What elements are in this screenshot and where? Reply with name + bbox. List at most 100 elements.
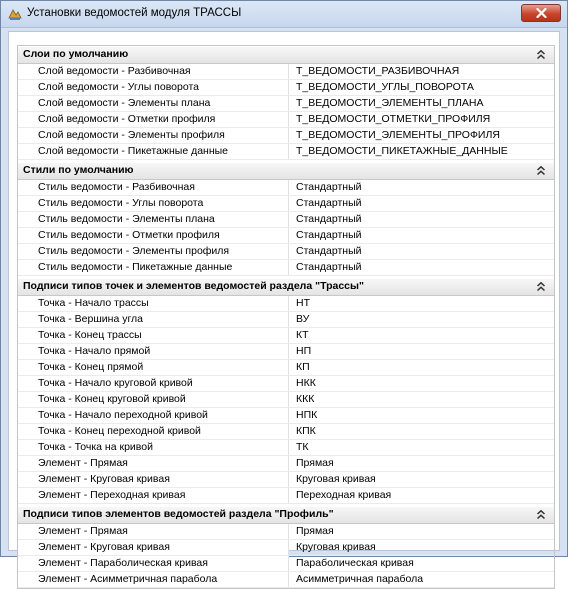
property-grid: Слои по умолчанию Слой ведомости - Разбив… — [17, 45, 555, 589]
property-value[interactable]: Переходная кривая — [289, 488, 554, 503]
property-row[interactable]: Стиль ведомости - Пикетажные данные Станд… — [18, 260, 554, 276]
app-icon — [8, 9, 22, 20]
property-name: Слой ведомости - Элементы плана — [18, 96, 289, 111]
property-value[interactable]: ВУ — [289, 312, 554, 327]
property-row[interactable]: Элемент - Параболическая кривая Параболич… — [18, 556, 554, 572]
property-value[interactable]: Т_ВЕДОМОСТИ_РАЗБИВОЧНАЯ — [289, 64, 554, 79]
property-name: Точка - Начало трассы — [18, 296, 289, 311]
window-title: Установки ведомостей модуля ТРАССЫ — [27, 7, 242, 19]
property-value[interactable]: Стандартный — [289, 260, 554, 275]
property-name: Элемент - Круговая кривая — [18, 472, 289, 487]
double-chevron-up-icon[interactable] — [536, 165, 546, 176]
property-row[interactable]: Точка - Конец круговой кривой ККК — [18, 392, 554, 408]
property-value[interactable]: КП — [289, 360, 554, 375]
property-row[interactable]: Элемент - Прямая Прямая — [18, 524, 554, 540]
property-name: Точка - Начало круговой кривой — [18, 376, 289, 391]
property-row[interactable]: Элемент - Круговая кривая Круговая кривая — [18, 472, 554, 488]
property-row[interactable]: Стиль ведомости - Элементы профиля Станда… — [18, 244, 554, 260]
property-row[interactable]: Элемент - Круговая кривая Круговая кривая — [18, 540, 554, 556]
section-header[interactable]: Стили по умолчанию — [18, 162, 554, 180]
property-row[interactable]: Точка - Конец переходной кривой КПК — [18, 424, 554, 440]
property-row[interactable]: Элемент - Прямая Прямая — [18, 456, 554, 472]
property-row[interactable]: Точка - Конец прямой КП — [18, 360, 554, 376]
property-name: Стиль ведомости - Разбивочная — [18, 180, 289, 195]
property-name: Стиль ведомости - Элементы профиля — [18, 244, 289, 259]
property-name: Стиль ведомости - Пикетажные данные — [18, 260, 289, 275]
property-value[interactable]: Стандартный — [289, 228, 554, 243]
property-row[interactable]: Слой ведомости - Отметки профиля Т_ВЕДОМО… — [18, 112, 554, 128]
property-value[interactable]: Т_ВЕДОМОСТИ_ЭЛЕМЕНТЫ_ПРОФИЛЯ — [289, 128, 554, 143]
property-row[interactable]: Точка - Начало трассы НТ — [18, 296, 554, 312]
property-row[interactable]: Слой ведомости - Элементы профиля Т_ВЕДОМ… — [18, 128, 554, 144]
property-name: Точка - Начало прямой — [18, 344, 289, 359]
property-row[interactable]: Элемент - Асимметричная парабола Асимметр… — [18, 572, 554, 588]
property-name: Слой ведомости - Разбивочная — [18, 64, 289, 79]
property-panel: Слои по умолчанию Слой ведомости - Разбив… — [8, 31, 560, 589]
section-header[interactable]: Слои по умолчанию — [18, 46, 554, 64]
property-value[interactable]: ККК — [289, 392, 554, 407]
property-row[interactable]: Точка - Вершина угла ВУ — [18, 312, 554, 328]
property-row[interactable]: Точка - Начало переходной кривой НПК — [18, 408, 554, 424]
property-value[interactable]: Стандартный — [289, 212, 554, 227]
property-value[interactable]: Прямая — [289, 524, 554, 539]
property-value[interactable]: Стандартный — [289, 180, 554, 195]
property-name: Точка - Вершина угла — [18, 312, 289, 327]
property-name: Точка - Конец круговой кривой — [18, 392, 289, 407]
property-value[interactable]: Прямая — [289, 456, 554, 471]
property-row[interactable]: Стиль ведомости - Углы поворота Стандартн… — [18, 196, 554, 212]
property-row[interactable]: Стиль ведомости - Разбивочная Стандартный — [18, 180, 554, 196]
property-name: Элемент - Прямая — [18, 456, 289, 471]
property-row[interactable]: Точка - Начало прямой НП — [18, 344, 554, 360]
property-row[interactable]: Слой ведомости - Углы поворота Т_ВЕДОМОСТ… — [18, 80, 554, 96]
property-value[interactable]: Асимметричная парабола — [289, 572, 554, 587]
property-row[interactable]: Слой ведомости - Пикетажные данные Т_ВЕДО… — [18, 144, 554, 160]
double-chevron-up-icon[interactable] — [536, 49, 546, 60]
section-title: Слои по умолчанию — [23, 48, 129, 60]
property-name: Элемент - Переходная кривая — [18, 488, 289, 503]
property-name: Элемент - Прямая — [18, 524, 289, 539]
title-bar[interactable]: Установки ведомостей модуля ТРАССЫ — [1, 1, 567, 28]
property-value[interactable]: Круговая кривая — [289, 472, 554, 487]
close-button[interactable] — [521, 4, 561, 22]
double-chevron-up-icon[interactable] — [536, 509, 546, 520]
property-row[interactable]: Слой ведомости - Элементы плана Т_ВЕДОМОС… — [18, 96, 554, 112]
property-row[interactable]: Точка - Начало круговой кривой НКК — [18, 376, 554, 392]
settings-window: Установки ведомостей модуля ТРАССЫ Слои … — [0, 0, 568, 589]
property-name: Точка - Конец трассы — [18, 328, 289, 343]
property-row[interactable]: Стиль ведомости - Отметки профиля Стандар… — [18, 228, 554, 244]
property-value[interactable]: Т_ВЕДОМОСТИ_УГЛЫ_ПОВОРОТА — [289, 80, 554, 95]
property-value[interactable]: ТК — [289, 440, 554, 455]
close-icon — [536, 8, 547, 18]
property-value[interactable]: Параболическая кривая — [289, 556, 554, 571]
section-header[interactable]: Подписи типов элементов ведомостей разде… — [18, 506, 554, 524]
property-row[interactable]: Элемент - Переходная кривая Переходная кр… — [18, 488, 554, 504]
property-row[interactable]: Слой ведомости - Разбивочная Т_ВЕДОМОСТИ_… — [18, 64, 554, 80]
section-header[interactable]: Подписи типов точек и элементов ведомост… — [18, 278, 554, 296]
property-value[interactable]: Стандартный — [289, 196, 554, 211]
section-title: Подписи типов элементов ведомостей разде… — [23, 508, 334, 520]
property-name: Слой ведомости - Углы поворота — [18, 80, 289, 95]
property-row[interactable]: Точка - Конец трассы КТ — [18, 328, 554, 344]
property-value[interactable]: Круговая кривая — [289, 540, 554, 555]
property-name: Слой ведомости - Отметки профиля — [18, 112, 289, 127]
property-value[interactable]: Т_ВЕДОМОСТИ_ПИКЕТАЖНЫЕ_ДАННЫЕ — [289, 144, 554, 159]
property-name: Точка - Начало переходной кривой — [18, 408, 289, 423]
property-value[interactable]: КТ — [289, 328, 554, 343]
section-title: Стили по умолчанию — [23, 164, 134, 176]
property-name: Точка - Конец переходной кривой — [18, 424, 289, 439]
property-name: Слой ведомости - Элементы профиля — [18, 128, 289, 143]
property-value[interactable]: Т_ВЕДОМОСТИ_ЭЛЕМЕНТЫ_ПЛАНА — [289, 96, 554, 111]
property-value[interactable]: НТ — [289, 296, 554, 311]
property-row[interactable]: Стиль ведомости - Элементы плана Стандарт… — [18, 212, 554, 228]
double-chevron-up-icon[interactable] — [536, 281, 546, 292]
property-value[interactable]: НП — [289, 344, 554, 359]
property-value[interactable]: Т_ВЕДОМОСТИ_ОТМЕТКИ_ПРОФИЛЯ — [289, 112, 554, 127]
property-name: Слой ведомости - Пикетажные данные — [18, 144, 289, 159]
section-title: Подписи типов точек и элементов ведомост… — [23, 280, 364, 292]
property-row[interactable]: Точка - Точка на кривой ТК — [18, 440, 554, 456]
property-name: Элемент - Параболическая кривая — [18, 556, 289, 571]
property-value[interactable]: НПК — [289, 408, 554, 423]
property-value[interactable]: КПК — [289, 424, 554, 439]
property-value[interactable]: Стандартный — [289, 244, 554, 259]
property-value[interactable]: НКК — [289, 376, 554, 391]
